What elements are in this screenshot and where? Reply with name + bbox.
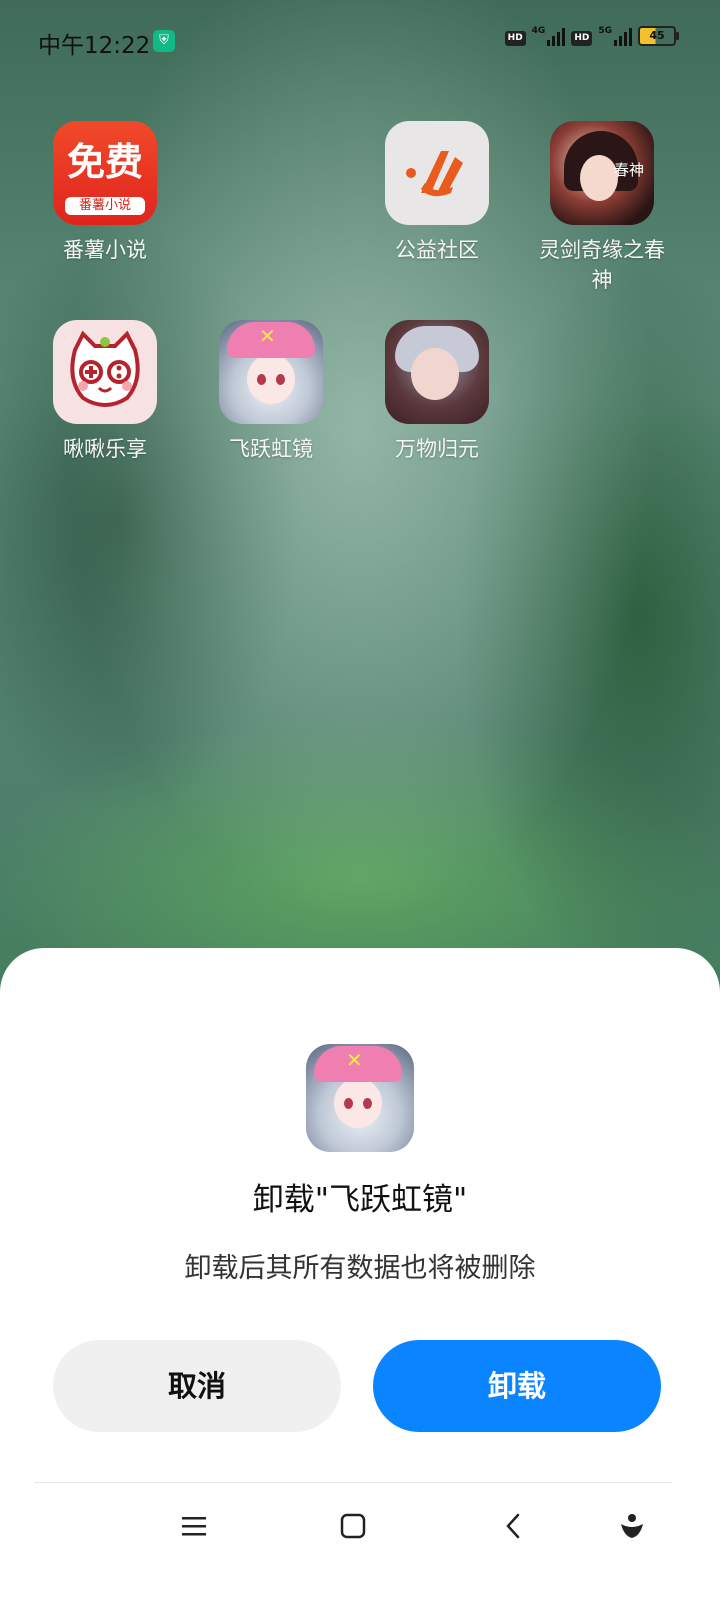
menu-icon[interactable] — [174, 1506, 214, 1546]
clock: 中午12:22 — [38, 33, 151, 59]
signal-icon — [614, 26, 632, 46]
cancel-button[interactable]: 取消 — [53, 1340, 341, 1432]
app-label: 啾啾乐享 — [63, 437, 147, 461]
back-icon[interactable] — [493, 1506, 533, 1546]
app-lingjian-qiyuan[interactable]: 春神 灵剑奇缘之春神 — [532, 121, 672, 295]
fanshu-xiaoshuo-icon: 免费 番薯小说 — [53, 121, 157, 225]
assistant-icon[interactable] — [612, 1506, 652, 1546]
uninstall-dialog: ✕ 卸载"飞跃虹镜" 卸载后其所有数据也将被删除 取消 卸载 — [0, 948, 720, 1600]
dialog-title: 卸载"飞跃虹镜" — [252, 1182, 468, 1218]
icon-text: 番薯小说 — [65, 197, 145, 215]
dialog-message: 卸载后其所有数据也将被删除 — [184, 1253, 536, 1284]
app-gongyi-shequ[interactable]: 公益社区 — [367, 121, 507, 265]
hd-badge: HD — [571, 31, 593, 46]
network-type-label: 4G — [531, 26, 546, 36]
wanwu-guiyuan-icon — [385, 320, 489, 424]
network-type-label: 5G — [598, 26, 612, 36]
app-label: 灵剑奇缘之春神 — [539, 238, 665, 292]
icon-text: 免费 — [66, 140, 143, 184]
app-label: 万物归元 — [395, 437, 479, 461]
app-fanshu-xiaoshuo[interactable]: 免费 番薯小说 番薯小说 — [35, 121, 175, 265]
status-bar: 中午12:22 ⛨ HD 4G HD 5G 45 — [0, 0, 720, 80]
app-label: 番薯小说 — [63, 238, 147, 262]
cat-gamepad-icon — [53, 320, 157, 424]
home-icon[interactable] — [333, 1506, 373, 1546]
navigation-bar — [0, 1496, 720, 1556]
app-jiujiu-lexiang[interactable]: 啾啾乐享 — [35, 320, 175, 464]
app-feiyue-hongjing[interactable]: ✕ 飞跃虹镜 — [201, 320, 341, 464]
app-label: 飞跃虹镜 — [229, 437, 313, 461]
icon-text: 春神 — [613, 161, 644, 179]
app-label: 公益社区 — [395, 238, 479, 262]
signal-icon — [547, 26, 566, 46]
app-wanwu-guiyuan[interactable]: 万物归元 — [367, 320, 507, 464]
gongyi-shequ-icon — [385, 121, 489, 225]
lingjian-qiyuan-icon: 春神 — [550, 121, 654, 225]
battery-icon: 45 — [638, 26, 679, 46]
uninstall-button[interactable]: 卸载 — [373, 1340, 661, 1432]
feiyue-hongjing-icon: ✕ — [219, 320, 323, 424]
security-shield-icon: ⛨ — [153, 30, 175, 52]
feiyue-hongjing-icon: ✕ — [306, 1044, 414, 1152]
hd-badge: HD — [504, 31, 526, 46]
divider — [34, 1482, 672, 1483]
